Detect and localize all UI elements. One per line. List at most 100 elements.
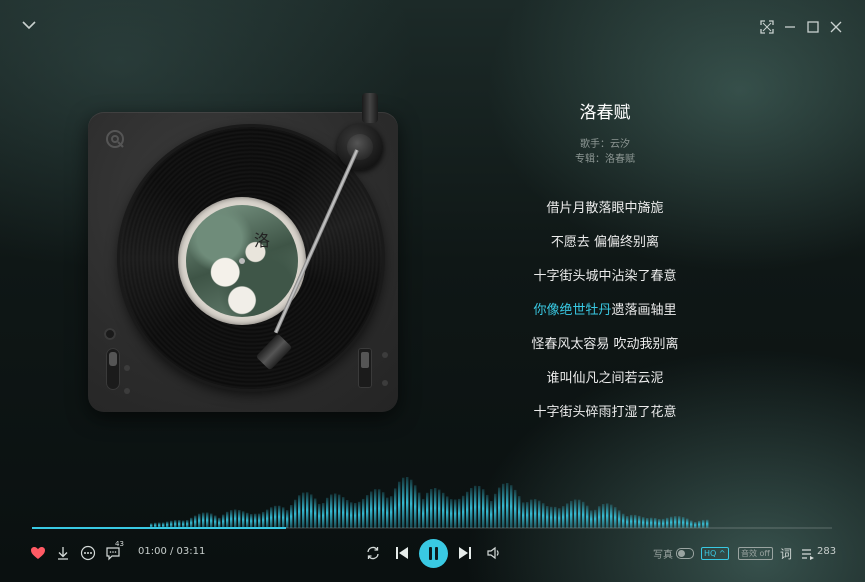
visualizer-bar [346, 500, 349, 528]
visualizer-bar [290, 505, 293, 528]
download-icon [58, 547, 68, 560]
visualizer-bar [590, 510, 593, 528]
album-label[interactable]: 专辑：洛春赋 [520, 150, 690, 165]
visualizer-bar [610, 504, 613, 528]
previous-track-button[interactable] [394, 545, 410, 561]
visualizer-bar [286, 510, 289, 528]
visualizer-bar [398, 481, 401, 528]
visualizer-bar [282, 507, 285, 528]
maximize-button[interactable] [804, 18, 822, 36]
visualizer-bar [254, 513, 257, 528]
visualizer-bar [250, 514, 253, 528]
quality-selector[interactable]: HQ ^ [701, 547, 729, 560]
lyric-text: 借片月散落眼中旖旎 [546, 201, 664, 216]
song-title: 洛春赋 [579, 103, 631, 123]
visualizer-bar [270, 507, 273, 528]
visualizer-bar [370, 491, 373, 528]
lyrics-toggle-button[interactable]: 词 [780, 545, 792, 562]
visualizer-bar [354, 503, 357, 528]
visualizer-bar [342, 497, 345, 528]
lyric-text: 谁叫仙凡之间若云泥 [546, 371, 664, 386]
playlist-button[interactable] [801, 546, 815, 560]
visualizer-bar [486, 494, 489, 528]
lyric-line: 借片月散落眼中旖旎 [470, 197, 740, 216]
visualizer-bar [434, 488, 437, 528]
lyric-highlight: 你像绝世牡丹 [533, 303, 612, 318]
minimize-icon [785, 26, 795, 28]
visualizer-bar [318, 503, 321, 528]
minimize-button[interactable] [781, 18, 799, 36]
lyric-line: 十字街头碎雨打湿了花意 [470, 401, 740, 420]
pause-icon [429, 547, 438, 560]
deck-indicator-dot [124, 388, 130, 394]
download-button[interactable] [55, 545, 71, 561]
sound-effect-button[interactable]: 音效 off [738, 547, 773, 560]
deck-speed-switch-thumb [361, 352, 369, 368]
lyric-text: 怪春风太容易 吹动我别离 [531, 337, 679, 352]
visualizer-bar [598, 506, 601, 528]
visualizer-bar [322, 503, 325, 528]
deck-indicator-dot [124, 365, 130, 371]
deck-pitch-slider-thumb [109, 352, 117, 366]
repeat-mode-button[interactable] [365, 545, 381, 561]
visualizer-bar [374, 489, 377, 528]
visualizer-bar [314, 498, 317, 528]
visualizer-bar [438, 489, 441, 528]
collapse-player-button[interactable] [20, 16, 38, 34]
lyric-text: 遗落画轴里 [611, 303, 677, 318]
visualizer-bar [498, 487, 501, 528]
visualizer-bar [426, 492, 429, 528]
volume-button[interactable] [486, 545, 502, 561]
like-button[interactable] [30, 545, 46, 561]
visualizer-bar [514, 489, 517, 528]
visualizer-bar [578, 499, 581, 528]
visualizer-bar [502, 483, 505, 528]
maximize-icon [807, 21, 819, 33]
album-cover-title: 洛 [251, 232, 270, 246]
visualizer-bar [386, 497, 389, 528]
visualizer-bar [518, 496, 521, 528]
visualizer-bar [494, 493, 497, 528]
visualizer-bar [454, 499, 457, 528]
visualizer-bar [422, 498, 425, 528]
visualizer-bar [274, 505, 277, 528]
more-button[interactable] [80, 545, 96, 561]
visualizer-bar [390, 496, 393, 528]
visualizer-bar [474, 485, 477, 528]
visualizer-bar [362, 498, 365, 528]
close-button[interactable] [827, 18, 845, 36]
visualizer-bar [310, 494, 313, 528]
tonearm-counterweight [362, 93, 378, 123]
visualizer-bar [622, 513, 625, 528]
visualizer-bar [602, 504, 605, 528]
visualizer-bar [414, 485, 417, 528]
visualizer-bar [306, 492, 309, 528]
visualizer-bar [234, 509, 237, 528]
fullscreen-button[interactable] [758, 18, 776, 36]
visualizer-bar [366, 495, 369, 528]
visualizer-bar [574, 499, 577, 528]
visualizer-bar [262, 511, 265, 528]
singer-label[interactable]: 歌手：云汐 [520, 135, 690, 150]
visualizer-bar [378, 489, 381, 528]
lyric-line: 谁叫仙凡之间若云泥 [470, 367, 740, 386]
lyric-text: 十字街头碎雨打湿了花意 [533, 405, 677, 420]
visualizer-bar [582, 501, 585, 528]
visualizer-bar [302, 492, 305, 528]
visualizer-bar [326, 497, 329, 528]
visualizer-bar [594, 509, 597, 528]
visualizer-bar [542, 503, 545, 528]
visualizer-bar [446, 496, 449, 528]
visualizer-bar [406, 477, 409, 528]
play-pause-button[interactable] [419, 539, 448, 568]
visualizer-bar [266, 509, 269, 528]
visualizer-bar [506, 483, 509, 528]
visualizer-bar [490, 501, 493, 528]
lyric-line: 十字街头城中沾染了春意 [470, 265, 740, 284]
visualizer-bar [258, 513, 261, 528]
visualizer-bar [238, 510, 241, 528]
visualizer-bar [334, 493, 337, 528]
visualizer-bar [526, 502, 529, 528]
portrait-toggle[interactable] [676, 548, 694, 559]
next-track-button[interactable] [457, 545, 473, 561]
